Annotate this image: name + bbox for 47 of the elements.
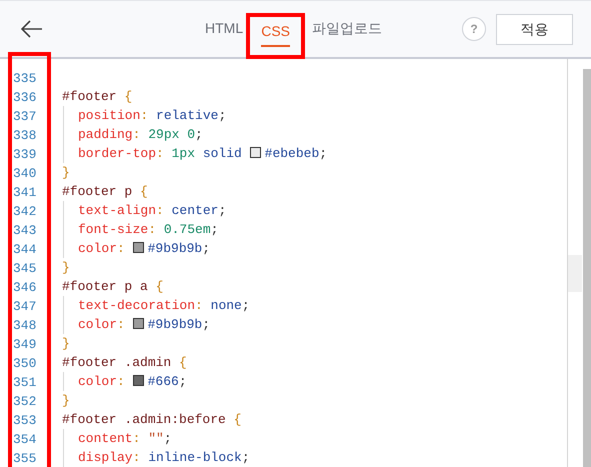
code-line: } [62, 392, 70, 410]
apply-button[interactable]: 적용 [496, 14, 573, 44]
code-line: color: #9b9b9b; [63, 239, 210, 258]
line-number: 351 [13, 374, 38, 392]
code-line: } [62, 164, 70, 182]
line-number: 338 [13, 127, 38, 145]
line-number: 347 [13, 298, 38, 316]
code-line: } [62, 335, 70, 353]
line-number: 343 [13, 222, 38, 240]
code-line: content: ""; [63, 429, 172, 448]
code-line: padding: 29px 0; [63, 125, 203, 144]
code-line: color: #9b9b9b; [63, 315, 210, 334]
line-number: 337 [13, 108, 38, 126]
code-line: text-decoration: none; [63, 296, 250, 315]
line-number: 348 [13, 317, 38, 335]
line-number: 353 [13, 412, 38, 430]
code-line: #footer p a { [62, 278, 164, 296]
line-number: 352 [13, 393, 38, 411]
line-number: 345 [13, 260, 38, 278]
line-number: 349 [13, 336, 38, 354]
line-number: 355 [13, 450, 38, 467]
help-button[interactable]: ? [462, 17, 486, 41]
code-line: #footer .admin { [62, 354, 187, 372]
tab[interactable]: 파일업로드 [312, 14, 382, 44]
code-line: #footer .admin:before { [62, 411, 242, 429]
code-line: position: relative; [63, 106, 226, 125]
line-number: 346 [13, 279, 38, 297]
line-number: 335 [13, 70, 38, 88]
tab[interactable]: HTML [205, 14, 244, 44]
code-line: color: #666; [63, 372, 187, 391]
code-line: border-top: 1px solid #ebebeb; [63, 144, 328, 163]
code-line: display: inline-block; [63, 448, 250, 467]
code-line: #footer { [62, 88, 132, 106]
line-number: 350 [13, 355, 38, 373]
scroll-marker [568, 255, 582, 292]
line-number: 341 [13, 184, 38, 202]
code-line: text-align: center; [63, 201, 226, 220]
line-number: 354 [13, 431, 38, 449]
code-line: #footer p { [62, 183, 148, 201]
tab[interactable]: CSS [261, 17, 290, 47]
code-line: } [62, 259, 70, 277]
code-line: font-size: 0.75em; [63, 220, 218, 239]
line-number: 339 [13, 146, 38, 164]
line-number: 336 [13, 89, 38, 107]
line-number: 340 [13, 165, 38, 183]
line-number: 344 [13, 241, 38, 259]
line-number: 342 [13, 203, 38, 221]
